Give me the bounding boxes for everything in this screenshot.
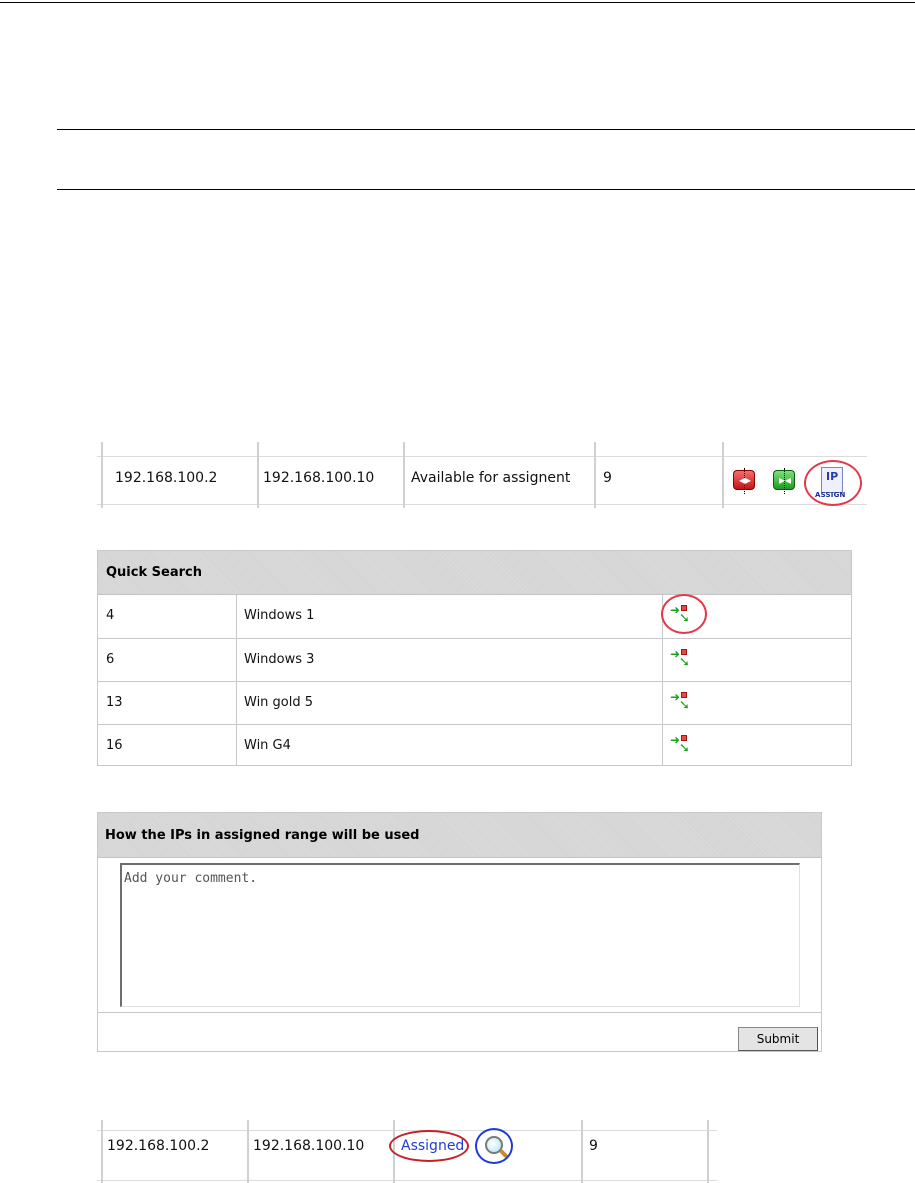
host-name: Win G4 xyxy=(244,738,291,753)
usage-header: How the IPs in assigned range will be us… xyxy=(98,813,821,858)
usage-panel: How the IPs in assigned range will be us… xyxy=(97,812,822,1052)
highlight-ellipse xyxy=(389,1130,469,1162)
arrow-glyph: ➘ xyxy=(679,741,690,756)
table-row: 16 Win G4 ➜ ➘ xyxy=(98,724,851,767)
arrow-glyph: ➘ xyxy=(679,655,690,670)
split-range-icon[interactable]: ▸◂ xyxy=(773,468,795,494)
end-ip: 192.168.100.10 xyxy=(253,1138,365,1154)
table-row: 6 Windows 3 ➜ ➘ xyxy=(98,638,851,681)
col-sep xyxy=(403,442,405,508)
footer-divider xyxy=(98,1012,821,1013)
start-ip: 192.168.100.2 xyxy=(107,1138,210,1154)
split-glyph: ▸◂ xyxy=(779,473,792,487)
select-arrow-icon[interactable]: ➜ ➘ xyxy=(670,690,696,714)
top-rule xyxy=(0,2,915,3)
row-border-bottom xyxy=(97,1180,717,1181)
table-row: 4 Windows 1 ➜ ➘ xyxy=(98,594,851,638)
ip-range-row-available: 192.168.100.2 192.168.100.10 Available f… xyxy=(97,442,867,508)
quick-search-title: Quick Search xyxy=(106,565,202,580)
submit-button[interactable]: Submit xyxy=(738,1027,818,1051)
highlight-circle xyxy=(475,1128,513,1164)
host-name: Win gold 5 xyxy=(244,695,314,710)
row-border-top xyxy=(97,456,867,457)
ip-count: 9 xyxy=(603,470,612,486)
comment-textarea[interactable]: Add your comment. xyxy=(120,863,800,1007)
quick-search-table: Quick Search 4 Windows 1 ➜ ➘ 6 Windows 3 … xyxy=(97,550,852,766)
host-name: Windows 3 xyxy=(244,652,315,667)
ip-count: 9 xyxy=(589,1138,598,1154)
delete-range-icon[interactable]: ◂▸ xyxy=(733,468,755,494)
select-arrow-icon[interactable]: ➜ ➘ xyxy=(670,647,696,671)
delete-glyph: ◂▸ xyxy=(739,473,752,487)
col-sep xyxy=(581,1120,583,1183)
col-sep xyxy=(101,442,103,508)
start-ip: 192.168.100.2 xyxy=(115,470,218,486)
host-id: 6 xyxy=(106,652,115,667)
select-arrow-icon[interactable]: ➜ ➘ xyxy=(670,733,696,757)
host-id: 16 xyxy=(106,738,123,753)
row-border-top xyxy=(97,1130,717,1131)
end-ip: 192.168.100.10 xyxy=(263,470,375,486)
section-rule-2 xyxy=(57,189,915,190)
col-sep xyxy=(594,442,596,508)
ip-range-row-assigned: 192.168.100.2 192.168.100.10 Assigned 9 xyxy=(97,1120,717,1183)
highlight-circle xyxy=(661,594,707,634)
host-name: Windows 1 xyxy=(244,608,315,623)
arrow-glyph: ➘ xyxy=(679,698,690,713)
col-sep xyxy=(707,1120,709,1183)
col-sep xyxy=(722,442,724,508)
range-status: Available for assignent xyxy=(411,470,571,486)
quick-search-header: Quick Search xyxy=(98,551,851,595)
section-rule-1 xyxy=(57,129,915,130)
host-id: 4 xyxy=(106,608,115,623)
host-id: 13 xyxy=(106,695,123,710)
highlight-circle xyxy=(804,460,862,506)
table-row: 13 Win gold 5 ➜ ➘ xyxy=(98,681,851,724)
usage-title: How the IPs in assigned range will be us… xyxy=(105,828,420,843)
row-border-bottom xyxy=(97,504,867,505)
col-sep xyxy=(247,1120,249,1183)
col-sep xyxy=(257,442,259,508)
col-sep xyxy=(101,1120,103,1183)
